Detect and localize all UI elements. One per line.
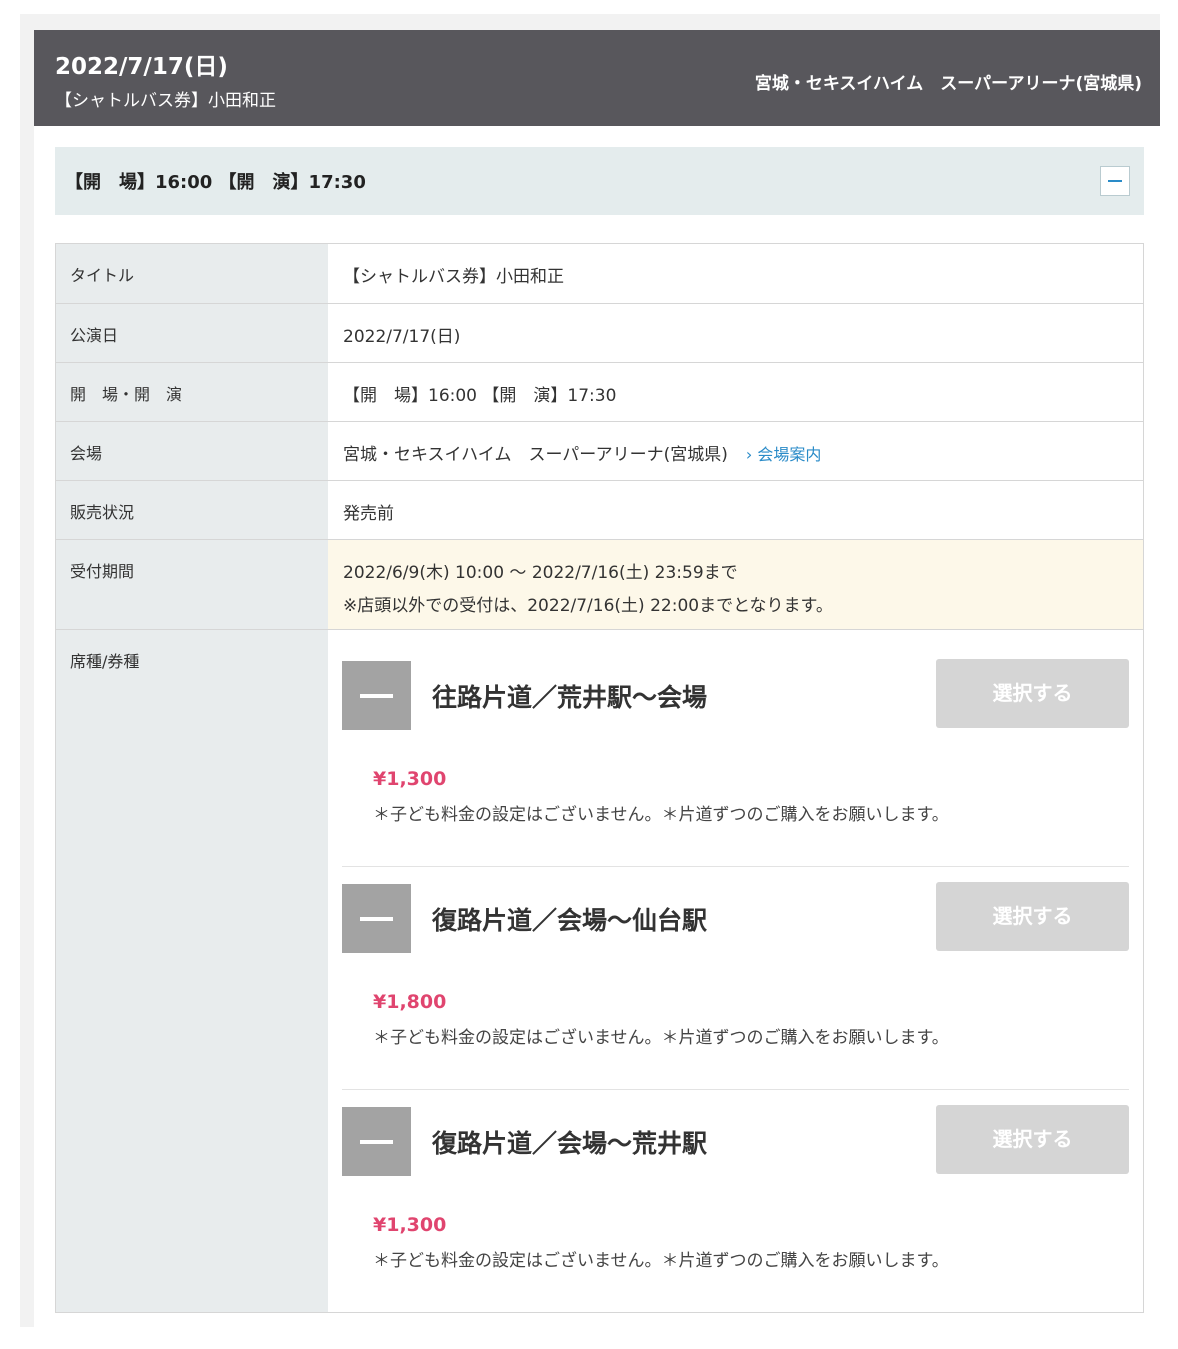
label-date: 公演日 — [56, 304, 328, 362]
ticket-price: ¥1,300 — [373, 768, 447, 790]
collapse-ticket-button[interactable] — [342, 884, 411, 953]
row-title: タイトル 【シャトルバス券】小田和正 — [56, 244, 1143, 304]
value-venue-cell: 宮城・セキスイハイム スーパーアリーナ(宮城県) › 会場案内 — [328, 422, 1143, 480]
ticket-note: ＊子ども料金の設定はございません。＊片道ずつのご購入をお願いします。 — [373, 805, 949, 825]
ticket-divider — [342, 866, 1129, 867]
time-bar-text: 【開 場】16:00 【開 演】17:30 — [65, 172, 366, 193]
value-date: 2022/7/17(日) — [343, 327, 461, 347]
value-period: 2022/6/9(木) 10:00 ～ 2022/7/16(土) 23:59まで — [343, 563, 738, 583]
value-title: 【シャトルバス券】小田和正 — [343, 267, 564, 287]
select-ticket-button[interactable]: 選択する — [936, 882, 1129, 951]
label-title: タイトル — [56, 244, 328, 303]
row-status: 販売状況 発売前 — [56, 481, 1143, 540]
row-period: 受付期間 2022/6/9(木) 10:00 ～ 2022/7/16(土) 23… — [56, 540, 1143, 630]
collapse-ticket-button[interactable] — [342, 661, 411, 730]
ticket-note: ＊子ども料金の設定はございません。＊片道ずつのご購入をお願いします。 — [373, 1028, 949, 1048]
label-period: 受付期間 — [56, 540, 328, 629]
label-seats: 席種/券種 — [56, 630, 328, 1312]
row-date: 公演日 2022/7/17(日) — [56, 304, 1143, 363]
row-venue: 会場 宮城・セキスイハイム スーパーアリーナ(宮城県) › 会場案内 — [56, 422, 1143, 481]
value-period-cell: 2022/6/9(木) 10:00 ～ 2022/7/16(土) 23:59まで… — [328, 540, 1143, 629]
event-venue: 宮城・セキスイハイム スーパーアリーナ(宮城県) — [754, 74, 1142, 94]
period-notice: ※店頭以外での受付は、2022/7/16(土) 22:00までとなります。 — [343, 596, 833, 616]
event-subtitle: 【シャトルバス券】小田和正 — [55, 91, 276, 111]
venue-guide-link[interactable]: › 会場案内 — [746, 445, 822, 464]
event-date: 2022/7/17(日) — [55, 54, 228, 80]
select-ticket-button[interactable]: 選択する — [936, 659, 1129, 728]
detail-table: タイトル 【シャトルバス券】小田和正 公演日 2022/7/17(日) 開 場・… — [55, 243, 1144, 1313]
label-status: 販売状況 — [56, 481, 328, 539]
ticket-price: ¥1,800 — [373, 991, 447, 1013]
ticket-name: 往路片道／荒井駅～会場 — [432, 683, 708, 712]
ticket-name: 復路片道／会場～仙台駅 — [432, 906, 708, 935]
collapse-ticket-button[interactable] — [342, 1107, 411, 1176]
value-venue: 宮城・セキスイハイム スーパーアリーナ(宮城県) — [343, 445, 728, 465]
select-ticket-button[interactable]: 選択する — [936, 1105, 1129, 1174]
row-time: 開 場・開 演 【開 場】16:00 【開 演】17:30 — [56, 363, 1143, 422]
label-venue: 会場 — [56, 422, 328, 480]
collapse-button[interactable] — [1100, 166, 1130, 196]
ticket-price: ¥1,300 — [373, 1214, 447, 1236]
value-status: 発売前 — [343, 504, 394, 524]
ticket-name: 復路片道／会場～荒井駅 — [432, 1129, 708, 1158]
ticket-divider — [342, 1089, 1129, 1090]
time-bar: 【開 場】16:00 【開 演】17:30 — [55, 147, 1144, 215]
label-time: 開 場・開 演 — [56, 363, 328, 421]
row-seats: 席種/券種 往路片道／荒井駅～会場 選択する ¥1,300 ＊子ども料金の設定は… — [56, 630, 1143, 1312]
event-header: 2022/7/17(日) 【シャトルバス券】小田和正 宮城・セキスイハイム スー… — [34, 30, 1160, 126]
ticket-note: ＊子ども料金の設定はございません。＊片道ずつのご購入をお願いします。 — [373, 1251, 949, 1271]
value-time: 【開 場】16:00 【開 演】17:30 — [343, 386, 617, 406]
